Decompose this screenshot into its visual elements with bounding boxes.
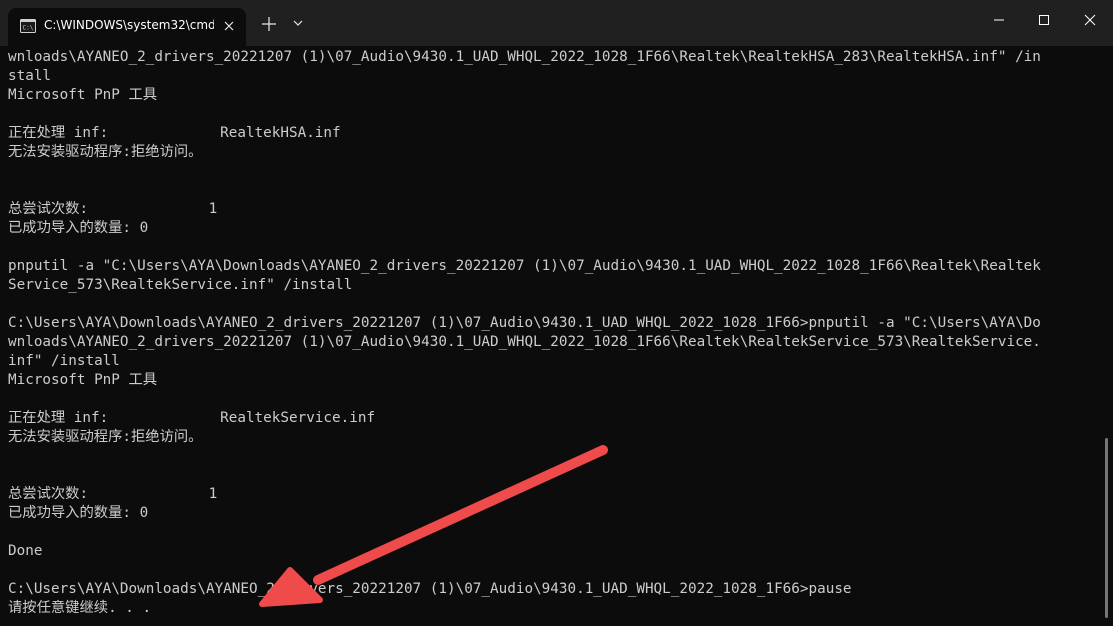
maximize-button[interactable] xyxy=(1021,0,1067,40)
terminal-line: Done xyxy=(8,543,43,559)
terminal-line: wnloads\AYANEO_2_drivers_20221207 (1)\07… xyxy=(8,49,1041,65)
close-icon[interactable] xyxy=(220,17,238,35)
terminal-line: stall xyxy=(8,68,52,84)
terminal-line: 正在处理 inf: RealtekService.inf xyxy=(8,410,376,426)
terminal-line: Microsoft PnP 工具 xyxy=(8,87,158,103)
terminal-output[interactable]: wnloads\AYANEO_2_drivers_20221207 (1)\07… xyxy=(8,48,1098,626)
terminal-line: wnloads\AYANEO_2_drivers_20221207 (1)\07… xyxy=(8,334,1041,350)
plus-icon[interactable] xyxy=(258,13,280,35)
terminal-line: pnputil -a "C:\Users\AYA\Downloads\AYANE… xyxy=(8,258,1041,274)
terminal-line: 请按任意键继续. . . xyxy=(8,600,152,616)
close-window-button[interactable] xyxy=(1067,0,1113,40)
cmd-icon: C:\ xyxy=(20,19,36,33)
terminal-line: Microsoft PnP 工具 xyxy=(8,372,158,388)
maximize-icon xyxy=(1039,15,1049,25)
chevron-down-icon[interactable] xyxy=(290,15,306,31)
terminal-line: 无法安装驱动程序:拒绝访问。 xyxy=(8,429,203,445)
terminal-line: 总尝试次数: 1 xyxy=(8,201,218,217)
minimize-button[interactable] xyxy=(976,0,1022,40)
terminal-line: 正在处理 inf: RealtekHSA.inf xyxy=(8,125,341,141)
close-icon xyxy=(1084,14,1096,26)
terminal-line: 无法安装驱动程序:拒绝访问。 xyxy=(8,144,203,160)
scrollbar-thumb[interactable] xyxy=(1105,438,1108,618)
tab-title: C:\WINDOWS\system32\cmd. xyxy=(44,18,214,32)
terminal-line: 已成功导入的数量: 0 xyxy=(8,505,149,521)
terminal-line: 总尝试次数: 1 xyxy=(8,486,218,502)
tab-cmd[interactable]: C:\ C:\WINDOWS\system32\cmd. xyxy=(8,8,246,46)
terminal-line: C:\Users\AYA\Downloads\AYANEO_2_drivers_… xyxy=(8,315,1041,331)
terminal-line: Service_573\RealtekService.inf" /install xyxy=(8,277,353,293)
terminal-line: C:\Users\AYA\Downloads\AYANEO_2_drivers_… xyxy=(8,581,852,597)
terminal-line: 已成功导入的数量: 0 xyxy=(8,220,149,236)
minimize-icon xyxy=(994,19,1004,21)
title-bar: C:\ C:\WINDOWS\system32\cmd. xyxy=(0,0,1113,46)
svg-text:C:\: C:\ xyxy=(23,25,34,32)
terminal-line: inf" /install xyxy=(8,353,120,369)
